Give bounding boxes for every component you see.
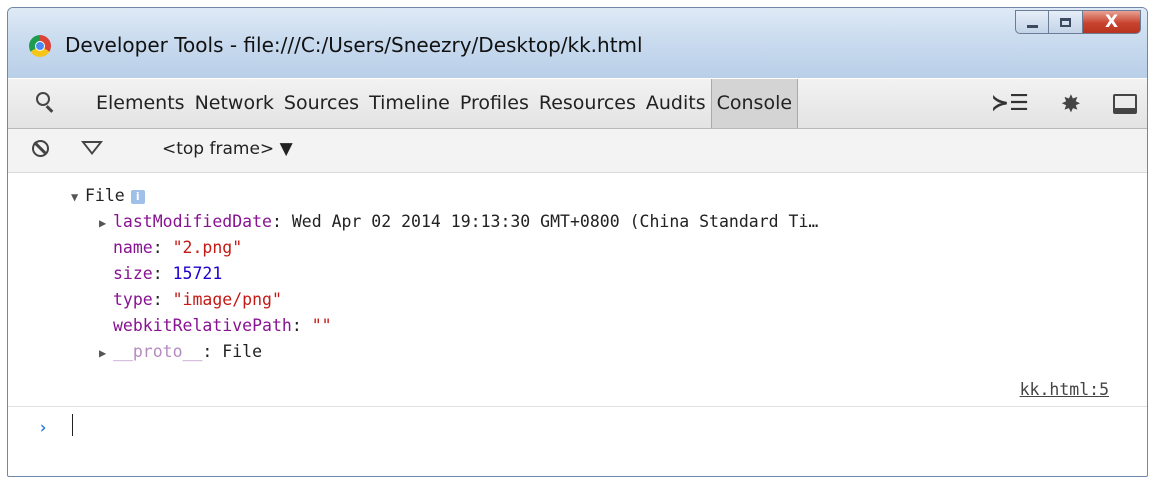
property-value: 15721 bbox=[172, 264, 223, 283]
show-drawer-icon[interactable]: ≻☰ bbox=[991, 93, 1029, 115]
minimize-icon bbox=[1026, 24, 1038, 28]
clear-console-icon[interactable] bbox=[32, 140, 49, 157]
filter-icon[interactable] bbox=[81, 141, 103, 155]
property-key: type bbox=[113, 290, 153, 309]
tab-network[interactable]: Network bbox=[190, 79, 279, 128]
search-icon[interactable] bbox=[36, 92, 50, 106]
property-row-lastModifiedDate[interactable]: ▶ lastModifiedDate: Wed Apr 02 2014 19:13… bbox=[99, 212, 818, 231]
devtools-window: Developer Tools - file:///C:/Users/Sneez… bbox=[7, 7, 1148, 477]
collapse-triangle-icon[interactable]: ▶ bbox=[99, 346, 113, 360]
console-filter-bar: <top frame> ▼ bbox=[8, 129, 1147, 173]
source-link[interactable]: kk.html:5 bbox=[1020, 380, 1109, 399]
tab-console[interactable]: Console bbox=[710, 79, 799, 128]
frame-select[interactable]: <top frame> ▼ bbox=[162, 139, 293, 159]
divider bbox=[8, 406, 1147, 407]
toolbar-actions: ≻☰ ✸ bbox=[991, 92, 1137, 116]
maximize-icon bbox=[1060, 17, 1071, 27]
tab-timeline[interactable]: Timeline bbox=[364, 79, 455, 128]
gear-icon[interactable]: ✸ bbox=[1061, 92, 1081, 116]
property-row-proto[interactable]: ▶ __proto__: File bbox=[99, 342, 262, 361]
title-bar[interactable]: Developer Tools - file:///C:/Users/Sneez… bbox=[8, 8, 1147, 78]
console-output: ▼ File i ▶ lastModifiedDate: Wed Apr 02 201… bbox=[8, 174, 1147, 474]
window-controls: X bbox=[1015, 10, 1141, 38]
property-row-size: size: 15721 bbox=[113, 264, 223, 283]
minimize-button[interactable] bbox=[1015, 10, 1049, 34]
object-label: File bbox=[85, 186, 125, 205]
tab-sources[interactable]: Sources bbox=[279, 79, 364, 128]
console-input-caret[interactable] bbox=[72, 414, 73, 436]
property-key: webkitRelativePath bbox=[113, 316, 292, 335]
property-value: "" bbox=[311, 316, 332, 335]
property-value: Wed Apr 02 2014 19:13:30 GMT+0800 (China… bbox=[291, 212, 819, 231]
tab-audits[interactable]: Audits bbox=[641, 79, 711, 128]
maximize-button[interactable] bbox=[1049, 10, 1083, 34]
expand-triangle-icon[interactable]: ▼ bbox=[71, 190, 85, 204]
collapse-triangle-icon[interactable]: ▶ bbox=[99, 216, 113, 230]
prompt-icon: › bbox=[38, 418, 48, 437]
property-value: File bbox=[222, 342, 263, 361]
chrome-logo-icon bbox=[29, 35, 51, 57]
property-value: "2.png" bbox=[172, 238, 243, 257]
property-key: size bbox=[113, 264, 153, 283]
property-row-type: type: "image/png" bbox=[113, 290, 282, 309]
close-button[interactable]: X bbox=[1083, 10, 1141, 34]
property-row-name: name: "2.png" bbox=[113, 238, 243, 257]
info-icon[interactable]: i bbox=[130, 189, 145, 204]
property-row-webkitRelativePath: webkitRelativePath: "" bbox=[113, 316, 332, 335]
tab-elements[interactable]: Elements bbox=[91, 79, 190, 128]
dock-side-icon[interactable] bbox=[1113, 94, 1137, 114]
window-title: Developer Tools - file:///C:/Users/Sneez… bbox=[65, 33, 643, 57]
property-value: "image/png" bbox=[172, 290, 282, 309]
object-header[interactable]: ▼ File i bbox=[71, 186, 145, 205]
property-key: __proto__ bbox=[113, 342, 203, 361]
tab-profiles[interactable]: Profiles bbox=[455, 79, 534, 128]
devtools-toolbar: Elements Network Sources Timeline Profil… bbox=[8, 79, 1147, 129]
tab-resources[interactable]: Resources bbox=[534, 79, 641, 128]
property-key: name bbox=[113, 238, 153, 257]
property-key: lastModifiedDate bbox=[113, 212, 272, 231]
panel-tabs: Elements Network Sources Timeline Profil… bbox=[91, 79, 799, 128]
